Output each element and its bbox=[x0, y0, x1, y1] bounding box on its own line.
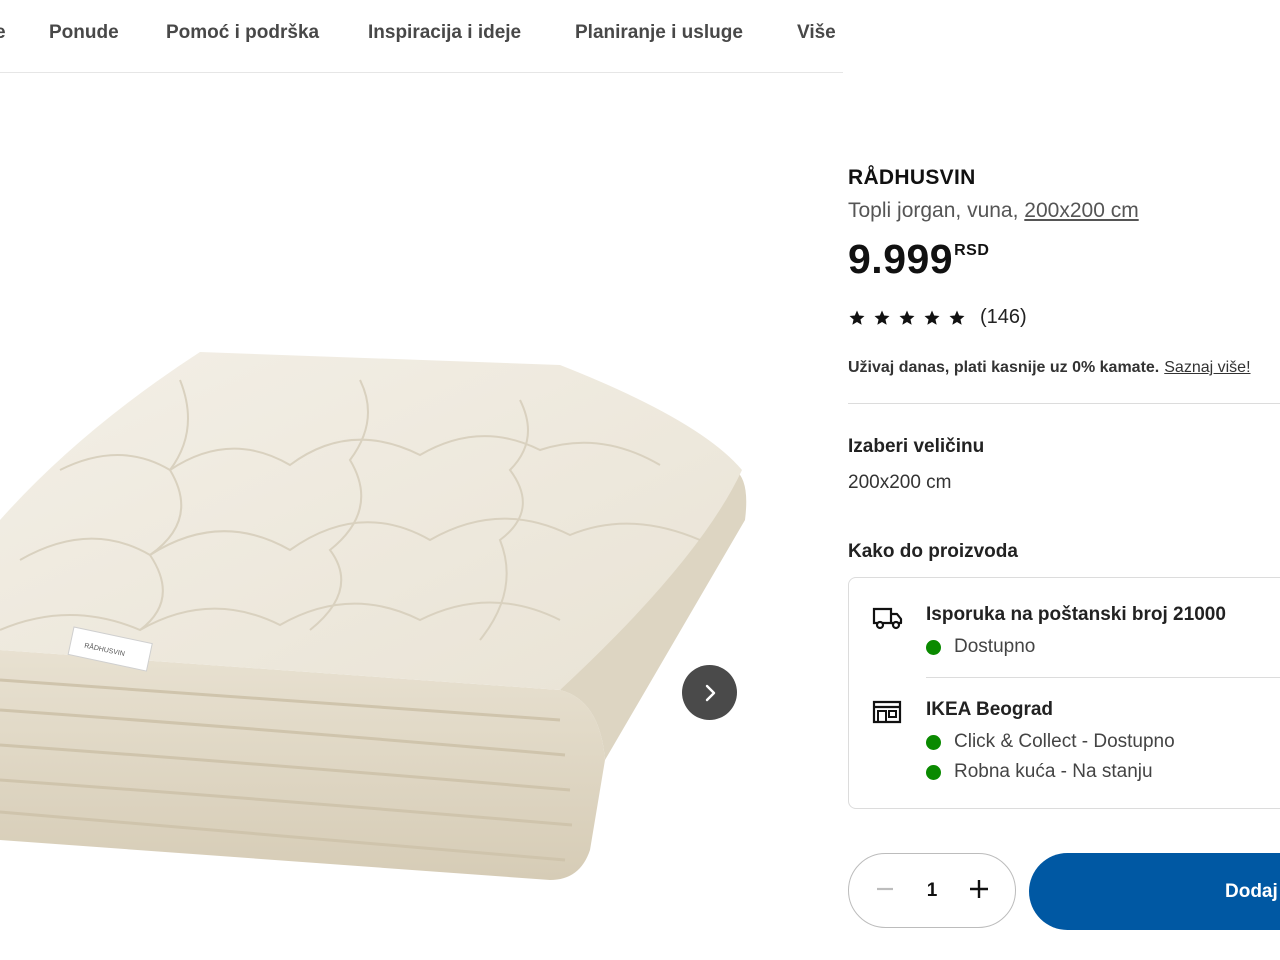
minus-icon bbox=[877, 887, 893, 890]
availability-box: Isporuka na poštanski broj 21000 Dostupn… bbox=[848, 577, 1280, 809]
truck-icon bbox=[872, 607, 903, 630]
increase-quantity-button[interactable] bbox=[965, 874, 993, 908]
nav-item-truncated[interactable]: e bbox=[0, 22, 6, 44]
product-description-text: Topli jorgan, vuna, bbox=[848, 199, 1019, 222]
availability-section-title: Kako do proizvoda bbox=[848, 541, 1018, 562]
rating-count: (146) bbox=[980, 306, 1027, 328]
store-title[interactable]: IKEA Beograd bbox=[926, 699, 1053, 721]
size-section-title: Izaberi veličinu bbox=[848, 436, 985, 457]
star-icon bbox=[949, 310, 965, 325]
delivery-status: Dostupno bbox=[926, 636, 1035, 658]
nav-item-pomoc[interactable]: Pomoć i podrška bbox=[166, 22, 319, 44]
rating-stars bbox=[848, 309, 966, 327]
delivery-title[interactable]: Isporuka na poštanski broj 21000 bbox=[926, 604, 1226, 626]
star-icon bbox=[849, 310, 865, 325]
click-collect-text: Click & Collect - Dostupno bbox=[954, 731, 1175, 752]
status-dot-icon bbox=[926, 639, 941, 655]
nav-item-ponude[interactable]: Ponude bbox=[49, 22, 119, 44]
divider bbox=[926, 677, 1280, 678]
finance-text: Uživaj danas, plati kasnije uz 0% kamate… bbox=[848, 359, 1160, 376]
price-value: 9.999 bbox=[848, 236, 954, 282]
star-icon bbox=[924, 310, 940, 325]
price-currency: RSD bbox=[954, 242, 990, 259]
status-dot-icon bbox=[926, 764, 941, 780]
nav-item-vise[interactable]: Više bbox=[797, 22, 836, 44]
quantity-stepper: 1 bbox=[848, 853, 1016, 928]
next-image-button[interactable] bbox=[682, 665, 737, 720]
store-icon bbox=[872, 700, 902, 724]
finance-link[interactable]: Saznaj više! bbox=[1164, 359, 1250, 376]
nav-item-planiranje[interactable]: Planiranje i usluge bbox=[575, 22, 743, 44]
product-name: RÅDHUSVIN bbox=[848, 166, 976, 189]
size-link[interactable]: 200x200 cm bbox=[1024, 199, 1138, 222]
product-description: Topli jorgan, vuna, 200x200 cm bbox=[848, 199, 1139, 223]
top-navigation: e Ponude Pomoć i podrška Inspiracija i i… bbox=[0, 0, 843, 73]
product-image: RÅDHUSVIN bbox=[0, 352, 747, 880]
star-icon bbox=[899, 310, 915, 325]
decrease-quantity-button[interactable] bbox=[871, 875, 899, 907]
product-gallery: RÅDHUSVIN bbox=[0, 73, 843, 960]
status-dot-icon bbox=[926, 734, 941, 750]
in-store-text: Robna kuća - Na stanju bbox=[954, 761, 1153, 782]
chevron-right-icon bbox=[705, 684, 715, 701]
delivery-status-text: Dostupno bbox=[954, 636, 1036, 657]
star-icon bbox=[874, 310, 890, 325]
plus-icon bbox=[969, 879, 988, 898]
product-price: 9.999RSD bbox=[848, 236, 989, 283]
add-to-cart-button[interactable]: Dodaj bbox=[1029, 853, 1280, 930]
selected-size[interactable]: 200x200 cm bbox=[848, 472, 952, 494]
finance-info: Uživaj danas, plati kasnije uz 0% kamate… bbox=[848, 359, 1251, 377]
click-collect-status: Click & Collect - Dostupno bbox=[926, 731, 1175, 753]
nav-item-inspiracija[interactable]: Inspiracija i ideje bbox=[368, 22, 521, 44]
rating-summary[interactable]: (146) bbox=[848, 306, 1027, 329]
quantity-value[interactable]: 1 bbox=[927, 880, 938, 902]
product-info-panel: RÅDHUSVIN Topli jorgan, vuna, 200x200 cm… bbox=[848, 0, 1280, 960]
divider bbox=[848, 403, 1280, 404]
in-store-status: Robna kuća - Na stanju bbox=[926, 761, 1153, 783]
